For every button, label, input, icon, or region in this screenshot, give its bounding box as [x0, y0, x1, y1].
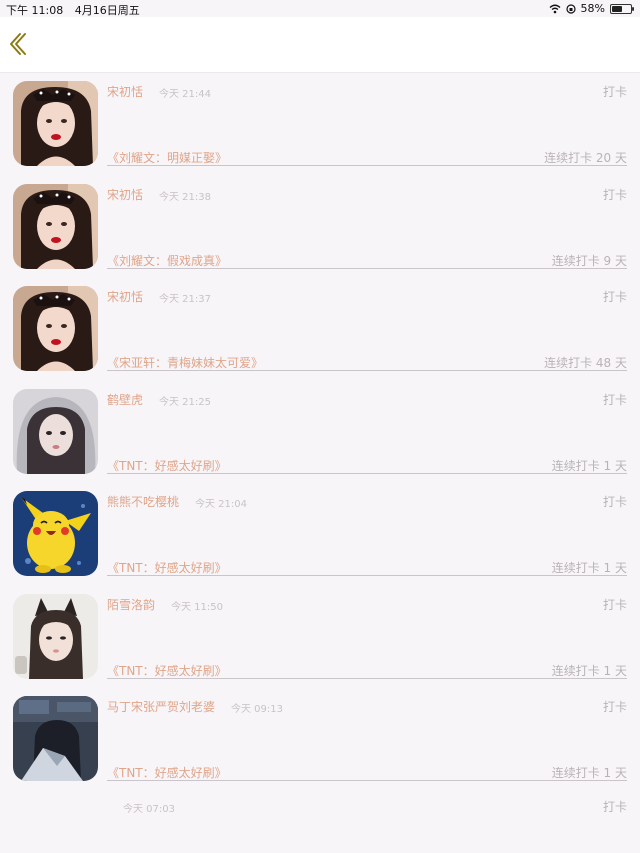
list-item[interactable]: 宋初恬 今天 21:38 打卡 《刘耀文：假戏成真》 连续打卡 9 天 [0, 176, 640, 278]
divider [107, 575, 627, 576]
streak-label: 连续打卡 1 天 [551, 561, 627, 575]
avatar[interactable] [13, 388, 98, 474]
streak-label: 连续打卡 1 天 [551, 766, 627, 780]
post-time: 今天 21:04 [195, 499, 247, 510]
status-time: 下午 11:08 [6, 4, 64, 17]
avatar[interactable] [13, 593, 98, 679]
divider [107, 370, 627, 371]
checkin-button[interactable]: 打卡 [603, 391, 627, 408]
username[interactable]: 熊熊不吃樱桃 [107, 493, 179, 510]
list-item[interactable]: 宋初恬 今天 21:37 打卡 《宋亚轩：青梅妹妹太可爱》 连续打卡 48 天 [0, 278, 640, 380]
checkin-button[interactable]: 打卡 [603, 798, 627, 815]
streak-label: 连续打卡 1 天 [551, 458, 627, 473]
divider [107, 165, 627, 166]
list-item[interactable]: 马丁宋张严贺刘老婆 今天 09:13 打卡 《TNT：好感太好刷》 连续打卡 1… [0, 688, 640, 790]
post-time: 今天 07:03 [123, 804, 175, 815]
username[interactable]: 马丁宋张严贺刘老婆 [107, 698, 215, 715]
streak-label: 连续打卡 9 天 [551, 253, 627, 268]
post-time: 今天 21:44 [159, 89, 211, 100]
post-time: 今天 11:50 [171, 601, 223, 613]
post-time: 今天 21:37 [159, 294, 211, 305]
streak-label: 连续打卡 1 天 [551, 663, 627, 678]
checkin-button[interactable]: 打卡 [603, 186, 627, 203]
book-title-link[interactable]: 《TNT：好感太好刷》 [107, 662, 227, 679]
list-item[interactable]: 宋初恬 今天 21:44 打卡 《刘耀文：明媒正娶》 连续打卡 20 天 [0, 73, 640, 175]
divider [107, 472, 627, 474]
post-time: 今天 21:25 [159, 396, 211, 408]
book-title-link[interactable]: 《TNT：好感太好刷》 [107, 764, 227, 781]
wifi-icon [549, 4, 561, 13]
post-time: 今天 21:38 [159, 191, 211, 203]
book-title-link[interactable]: 《TNT：好感太好刷》 [107, 559, 227, 576]
book-title-link[interactable]: 《宋亚轩：青梅妹妹太可爱》 [107, 354, 263, 371]
avatar[interactable] [13, 81, 98, 166]
avatar[interactable] [13, 286, 98, 371]
post-time: 今天 09:13 [231, 704, 283, 715]
divider [107, 677, 627, 679]
status-time-date: 下午 11:08 4月16日周五 [6, 2, 140, 18]
list-item[interactable]: 鹤壁虎 今天 21:25 打卡 《TNT：好感太好刷》 连续打卡 1 天 [0, 381, 640, 483]
username[interactable]: 宋初恬 [107, 186, 143, 203]
list-item[interactable]: 熊熊不吃樱桃 今天 21:04 打卡 《TNT：好感太好刷》 连续打卡 1 天 [0, 483, 640, 585]
status-bar: 下午 11:08 4月16日周五 58% [0, 0, 640, 17]
checkin-button[interactable]: 打卡 [603, 288, 627, 305]
username[interactable]: 陌雪洛韵 [107, 596, 155, 613]
username[interactable]: 鹤壁虎 [107, 391, 143, 408]
navigation-bar [0, 17, 640, 73]
book-title-link[interactable]: 《刘耀文：明媒正娶》 [107, 149, 227, 166]
orientation-lock-icon [565, 3, 576, 14]
username[interactable]: 宋初恬 [107, 288, 143, 305]
avatar[interactable] [13, 183, 98, 269]
checkin-button[interactable]: 打卡 [603, 596, 627, 613]
streak-label: 连续打卡 48 天 [544, 356, 627, 370]
list-item[interactable]: 陌雪洛韵 今天 11:50 打卡 《TNT：好感太好刷》 连续打卡 1 天 [0, 586, 640, 688]
status-indicators: 58% [549, 2, 634, 15]
back-button[interactable] [6, 31, 30, 57]
username[interactable]: 宋初恬 [107, 83, 143, 100]
avatar[interactable] [13, 491, 98, 576]
checkin-button[interactable]: 打卡 [603, 83, 627, 100]
divider [107, 780, 627, 781]
streak-label: 连续打卡 20 天 [544, 151, 627, 165]
battery-percent: 58% [580, 2, 605, 15]
book-title-link[interactable]: 《刘耀文：假戏成真》 [107, 252, 227, 269]
battery-level [612, 5, 622, 12]
checkin-button[interactable]: 打卡 [603, 493, 627, 510]
battery-icon [610, 3, 634, 14]
list-item-partial[interactable]: 今天 07:03 打卡 [0, 792, 640, 822]
divider [107, 267, 627, 269]
avatar[interactable] [13, 696, 98, 781]
status-date: 4月16日周五 [74, 4, 140, 17]
book-title-link[interactable]: 《TNT：好感太好刷》 [107, 457, 227, 474]
chevron-left-icon [10, 33, 26, 55]
checkin-button[interactable]: 打卡 [603, 698, 627, 715]
